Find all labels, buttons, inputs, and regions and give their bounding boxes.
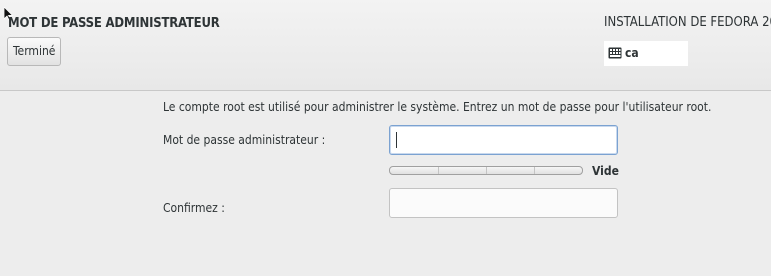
keyboard-layout-indicator[interactable]: ca [604,41,688,66]
confirm-label: Confirmez : [163,201,225,215]
strength-segment-divider [534,167,535,174]
password-label: Mot de passe administrateur : [163,133,326,147]
keyboard-layout-label: ca [625,46,639,60]
page-title: MOT DE PASSE ADMINISTRATEUR [8,16,220,31]
strength-segment-divider [486,167,487,174]
strength-segment-divider [438,167,439,174]
confirm-password-input[interactable] [389,188,618,218]
description-text: Le compte root est utilisé pour administ… [163,100,712,114]
password-strength-bar [389,166,583,175]
header-bar: MOT DE PASSE ADMINISTRATEUR Terminé INST… [0,0,771,91]
done-button[interactable]: Terminé [7,37,62,66]
password-strength-label: Vide [592,164,619,178]
text-caret [396,132,397,148]
password-input[interactable] [389,125,618,155]
keyboard-icon [608,47,622,59]
installer-title: INSTALLATION DE FEDORA 20 [604,15,771,30]
